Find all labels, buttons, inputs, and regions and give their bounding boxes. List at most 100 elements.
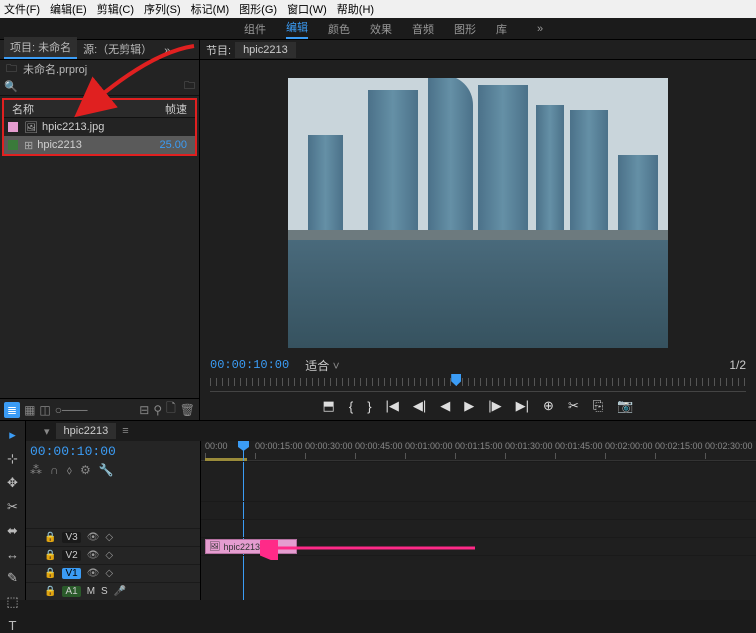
menu-window[interactable]: 窗口(W): [287, 1, 327, 17]
track-select-tool[interactable]: ⊹: [7, 451, 18, 467]
type-tool[interactable]: T: [9, 618, 17, 633]
timeline-panel: ▸ ⊹ ✥ ✂ ⬌ ↔ ✎ ⬚ T ▾ hpic2213 ≡ 00:00:10:…: [0, 420, 756, 600]
eye-icon[interactable]: 👁: [87, 532, 100, 543]
timeline-tracks-area[interactable]: 00:00 00:00:15:00 00:00:30:00 00:00:45:0…: [201, 441, 756, 600]
search-icon: 🔍: [4, 80, 18, 93]
track-header-v2[interactable]: 🔒V2👁◇: [26, 546, 200, 564]
selection-tool[interactable]: ▸: [9, 427, 16, 443]
program-timecode[interactable]: 00:00:10:00: [210, 358, 289, 372]
automate-button[interactable]: ⊟: [139, 403, 149, 417]
extract-button[interactable]: ⎘: [593, 398, 603, 414]
step-forward-button[interactable]: |▶: [488, 398, 501, 414]
program-monitor: 节目: hpic2213 00:00:10:00 适合 1/2 ⬒ { } |◀…: [200, 40, 756, 420]
link-icon[interactable]: ∩: [50, 463, 59, 477]
menu-edit[interactable]: 编辑(E): [50, 1, 87, 17]
slip-tool[interactable]: ⬌: [7, 523, 18, 539]
lock-icon[interactable]: 🔒: [44, 532, 56, 543]
rectangle-tool[interactable]: ⬚: [6, 594, 18, 610]
lock-icon[interactable]: 🔒: [44, 586, 56, 597]
list-view-button[interactable]: ≣: [4, 402, 20, 418]
track-header-column: 00:00:10:00 ⁂ ∩ ⬨ ⚙ 🔧 🔒V3👁◇ 🔒V2👁◇ 🔒V1👁◇ …: [26, 441, 201, 600]
timeline-timecode[interactable]: 00:00:10:00: [30, 444, 116, 459]
wrench-icon[interactable]: 🔧: [99, 463, 114, 477]
track-header-a1[interactable]: 🔒A1MS🎤: [26, 582, 200, 600]
mark-in-button[interactable]: ⬒: [323, 398, 335, 414]
program-sequence-tab[interactable]: hpic2213: [235, 42, 296, 58]
razor-tool[interactable]: ✂: [7, 499, 18, 515]
find-button[interactable]: ⚲: [153, 403, 162, 417]
tab-effects[interactable]: 效果: [370, 21, 392, 37]
snap-icon[interactable]: ⁂: [30, 463, 42, 477]
icon-view-button[interactable]: ▦: [24, 403, 35, 417]
resolution-dropdown[interactable]: 1/2: [729, 358, 746, 372]
record-icon[interactable]: 🎤: [114, 586, 126, 597]
tab-editing[interactable]: 编辑: [286, 19, 308, 39]
track-v2-lane[interactable]: [201, 519, 756, 537]
label-swatch: [8, 122, 18, 132]
track-v3-lane[interactable]: [201, 501, 756, 519]
col-name[interactable]: 名称: [12, 101, 34, 117]
tab-color[interactable]: 颜色: [328, 21, 350, 37]
workspace-tabs: 组件 编辑 颜色 效果 音频 图形 库 »: [0, 18, 756, 40]
program-scrubber[interactable]: [210, 374, 746, 392]
goto-in-button[interactable]: |◀: [386, 398, 399, 414]
menu-file[interactable]: 文件(F): [4, 1, 40, 17]
timeline-dropdown-icon[interactable]: ▾: [44, 425, 50, 438]
project-item-1[interactable]: ⊞ hpic2213 25.00: [4, 136, 195, 154]
project-item-0[interactable]: 🖼 hpic2213.jpg: [4, 118, 195, 136]
freeform-view-button[interactable]: ◫: [39, 403, 50, 417]
marker-icon[interactable]: ⬨: [67, 463, 72, 478]
new-item-button[interactable]: 🗋: [166, 399, 176, 420]
export-frame-button[interactable]: 📷: [617, 398, 633, 414]
zoom-slider[interactable]: ○───: [55, 403, 88, 417]
tabs-overflow-icon[interactable]: »: [537, 23, 543, 35]
eye-icon[interactable]: 👁: [87, 568, 100, 579]
timeline-ruler[interactable]: 00:00 00:00:15:00 00:00:30:00 00:00:45:0…: [201, 441, 756, 461]
lock-icon[interactable]: 🔒: [44, 550, 56, 561]
label-swatch: [8, 140, 18, 150]
tab-graphics[interactable]: 图形: [454, 21, 476, 37]
menu-help[interactable]: 帮助(H): [337, 1, 374, 17]
settings-icon[interactable]: ⚙: [80, 463, 91, 477]
step-back-button[interactable]: ◀|: [413, 398, 426, 414]
play-button[interactable]: ▶: [464, 398, 474, 414]
bracket-in-button[interactable]: {: [349, 399, 353, 414]
menu-bar: 文件(F) 编辑(E) 剪辑(C) 序列(S) 标记(M) 图形(G) 窗口(W…: [0, 0, 756, 18]
tab-assembly[interactable]: 组件: [244, 21, 266, 37]
track-header-v3[interactable]: 🔒V3👁◇: [26, 528, 200, 546]
menu-marker[interactable]: 标记(M): [191, 1, 230, 17]
add-marker-button[interactable]: ⊕: [543, 398, 554, 414]
annotation-red-arrow: [84, 42, 204, 115]
image-file-icon: 🖼: [24, 121, 38, 134]
program-viewer[interactable]: [200, 60, 756, 356]
pen-tool[interactable]: ↔: [6, 547, 19, 562]
play-backward-button[interactable]: ◀: [440, 398, 450, 414]
eye-icon[interactable]: 👁: [87, 550, 100, 561]
menu-graphics[interactable]: 图形(G): [239, 1, 277, 17]
solo-icon[interactable]: S: [101, 586, 108, 597]
annotation-pink-arrow: [260, 540, 480, 563]
menu-sequence[interactable]: 序列(S): [144, 1, 181, 17]
bracket-out-button[interactable]: }: [367, 399, 371, 414]
sequence-tab[interactable]: hpic2213: [56, 423, 117, 439]
mute-icon[interactable]: M: [87, 586, 95, 597]
track-header-v1[interactable]: 🔒V1👁◇: [26, 564, 200, 582]
lift-button[interactable]: ✂: [568, 398, 579, 414]
zoom-fit-dropdown[interactable]: 适合: [305, 357, 339, 374]
timeline-menu-icon[interactable]: ≡: [122, 425, 128, 437]
bin-icon: 🗀: [6, 60, 17, 79]
tab-audio[interactable]: 音频: [412, 21, 434, 37]
menu-clip[interactable]: 剪辑(C): [97, 1, 134, 17]
goto-out-button[interactable]: ▶|: [516, 398, 529, 414]
delete-button[interactable]: 🗑: [180, 403, 195, 417]
transport-controls: ⬒ { } |◀ ◀| ◀ ▶ |▶ ▶| ⊕ ✂ ⎘ 📷: [200, 392, 756, 420]
sequence-icon: ⊞: [24, 139, 33, 152]
hand-tool[interactable]: ✎: [7, 570, 18, 586]
tab-library[interactable]: 库: [496, 21, 507, 37]
preview-image: [288, 78, 668, 348]
clip-thumb-icon: 🖼: [209, 541, 220, 552]
ripple-tool[interactable]: ✥: [7, 475, 18, 491]
project-tab[interactable]: 项目: 未命名: [4, 37, 77, 59]
program-title: 节目:: [206, 42, 231, 58]
lock-icon[interactable]: 🔒: [44, 568, 56, 579]
